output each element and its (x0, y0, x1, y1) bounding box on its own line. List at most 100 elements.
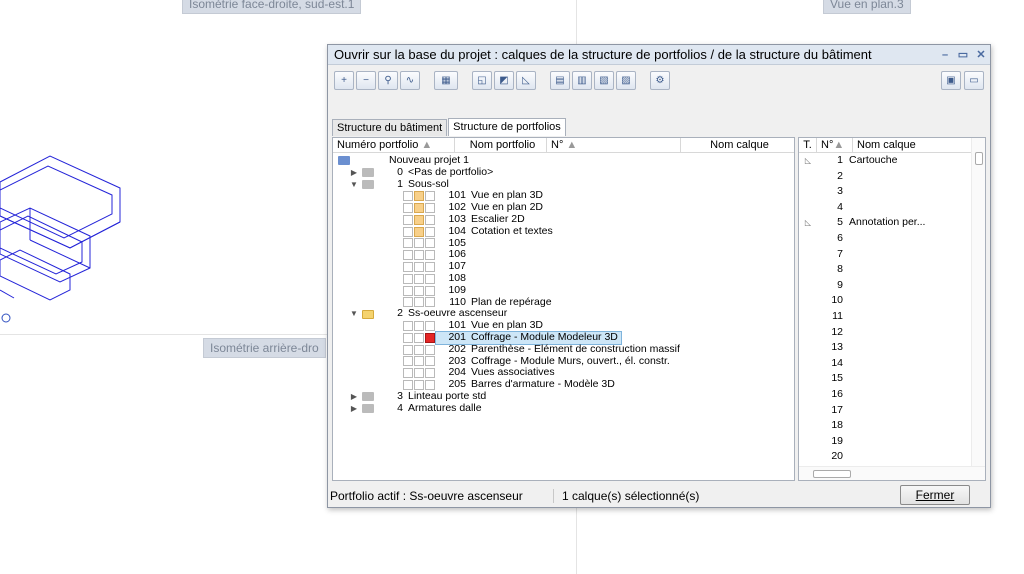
layer-new-icon[interactable]: ◱ (472, 71, 492, 90)
layer-state-checkbox[interactable] (425, 297, 435, 308)
layer-list-row[interactable]: 12 (799, 325, 985, 341)
layer-state-checkbox[interactable] (403, 368, 413, 379)
layer-state-checkbox[interactable] (403, 191, 413, 202)
tab-building-structure[interactable]: Structure du bâtiment (332, 119, 448, 136)
expand-arrow-icon[interactable]: ▶ (349, 167, 359, 179)
layer-list-row[interactable]: 20 (799, 449, 985, 465)
layer-list-row[interactable]: 3 (799, 184, 985, 200)
layer-state-checkbox[interactable] (414, 238, 424, 249)
tree-row[interactable]: 108 (333, 272, 794, 285)
layer-state-checkbox[interactable] (403, 285, 413, 296)
layer-state-checkbox[interactable] (425, 250, 435, 261)
tree-row[interactable]: ▼ 2 Ss-oeuvre ascenseur (333, 308, 794, 320)
layer-entry[interactable]: 109 (436, 284, 471, 297)
layer-state-checkbox[interactable] (403, 332, 413, 343)
layer-state-checkbox[interactable] (403, 226, 413, 237)
layer-state-checkbox[interactable] (403, 297, 413, 308)
layer-state-checkbox[interactable] (425, 356, 435, 367)
maximize-icon[interactable]: ▭ (954, 48, 972, 61)
tree-row[interactable]: ▶ 0 <Pas de portfolio> (333, 166, 794, 179)
collapse-arrow-icon[interactable]: ▼ (349, 308, 359, 320)
structure-icon[interactable]: ▦ (434, 71, 458, 90)
dialog-titlebar[interactable]: Ouvrir sur la base du projet : calques d… (328, 45, 990, 65)
layer-state-checkbox[interactable] (425, 344, 435, 355)
layer-state-checkbox[interactable] (414, 226, 424, 237)
layer-state-checkbox[interactable] (403, 321, 413, 332)
col-portfolio-name[interactable]: Nom portfolio (455, 138, 547, 152)
print-icon[interactable]: ▣ (941, 71, 961, 90)
layer-state-checkbox[interactable] (414, 368, 424, 379)
layer-state-checkbox[interactable] (414, 191, 424, 202)
expand-arrow-icon[interactable]: ▶ (349, 403, 359, 415)
tree-row[interactable]: 109 (333, 284, 794, 297)
layer-state-checkbox[interactable] (414, 332, 424, 343)
layer-list-row[interactable]: 7 (799, 247, 985, 263)
col-type[interactable]: T. (799, 138, 817, 152)
tree-row[interactable]: 101 Vue en plan 3D (333, 189, 794, 202)
col-layer-name[interactable]: Nom calque (681, 138, 794, 152)
horizontal-scrollbar[interactable] (799, 466, 985, 480)
tree-row[interactable]: 106 (333, 249, 794, 261)
tree-row[interactable]: 105 (333, 237, 794, 250)
layer-list-row[interactable]: 8 (799, 262, 985, 278)
search-icon[interactable]: ⚲ (378, 71, 398, 90)
layer-state-checkbox[interactable] (414, 285, 424, 296)
link-icon[interactable]: ∿ (400, 71, 420, 90)
tree-row[interactable]: ▶ 4 Armatures dalle (333, 402, 794, 415)
layer-state-checkbox[interactable] (403, 203, 413, 214)
layer-list-row[interactable]: 19 (799, 434, 985, 450)
layer-state-checkbox[interactable] (403, 250, 413, 261)
col-layer-number[interactable]: N° ▲ (547, 138, 681, 152)
tree-row[interactable]: 102 Vue en plan 2D (333, 201, 794, 214)
layer-state-checkbox[interactable] (414, 344, 424, 355)
display-icon[interactable]: ▭ (964, 71, 984, 90)
layer-list-row[interactable]: 14 (799, 356, 985, 372)
tree-row[interactable]: 107 (333, 260, 794, 273)
layer-state-checkbox[interactable] (414, 250, 424, 261)
close-button[interactable]: Fermer (900, 485, 970, 505)
layer-state-checkbox[interactable] (425, 226, 435, 237)
layer-state-checkbox[interactable] (414, 297, 424, 308)
layer-state-checkbox[interactable] (414, 356, 424, 367)
scroll-thumb-horizontal[interactable] (813, 470, 851, 478)
view-label-plan[interactable]: Vue en plan.3 (823, 0, 911, 14)
layer-list-row[interactable]: ◺ 5 Annotation per... (799, 215, 985, 231)
layer-list-row[interactable]: 18 (799, 418, 985, 434)
layer-state-checkbox[interactable] (425, 321, 435, 332)
layer-state-checkbox[interactable] (425, 203, 435, 214)
expand-arrow-icon[interactable]: ▶ (349, 391, 359, 403)
layer-state-checkbox[interactable] (403, 262, 413, 273)
layer-list-row[interactable]: 4 (799, 200, 985, 216)
layer-entry[interactable]: 104 Cotation et textes (436, 225, 552, 238)
layer-state-checkbox[interactable] (403, 214, 413, 225)
layer-state-checkbox[interactable] (425, 273, 435, 284)
layer-state-checkbox[interactable] (414, 273, 424, 284)
collapse-arrow-icon[interactable]: ▼ (349, 179, 359, 191)
layer-state-checkbox[interactable] (425, 368, 435, 379)
scroll-thumb[interactable] (975, 152, 983, 165)
layer-assign-icon[interactable]: ◺ (516, 71, 536, 90)
layer-list-row[interactable]: 2 (799, 169, 985, 185)
layer-state-checkbox[interactable] (425, 380, 435, 391)
vertical-scrollbar[interactable] (971, 138, 985, 468)
document-icon[interactable]: ▤ (550, 71, 570, 90)
layer-state-checkbox[interactable] (414, 203, 424, 214)
layer-state-checkbox[interactable] (425, 238, 435, 249)
col-number[interactable]: N°▲ (817, 138, 853, 152)
tree-row[interactable]: ▶ 3 Linteau porte std (333, 390, 794, 403)
view-label-iso-front[interactable]: Isométrie face-droite, sud-est.1 (182, 0, 362, 14)
document-move-icon[interactable]: ▥ (572, 71, 592, 90)
layer-state-checkbox[interactable] (414, 262, 424, 273)
tree-row[interactable]: 103 Escalier 2D (333, 213, 794, 226)
add-layer-icon[interactable]: + (334, 71, 354, 90)
layer-state-checkbox[interactable] (425, 285, 435, 296)
layer-list-row[interactable]: 13 (799, 340, 985, 356)
close-icon[interactable]: ✕ (972, 48, 990, 61)
settings-icon[interactable]: ⚙ (650, 71, 670, 90)
layer-list-row[interactable]: 11 (799, 309, 985, 325)
layer-entry[interactable]: 108 (436, 272, 471, 285)
layer-state-checkbox[interactable] (403, 380, 413, 391)
layer-state-checkbox[interactable] (403, 344, 413, 355)
document-copy-icon[interactable]: ▧ (594, 71, 614, 90)
layer-state-checkbox[interactable] (425, 214, 435, 225)
